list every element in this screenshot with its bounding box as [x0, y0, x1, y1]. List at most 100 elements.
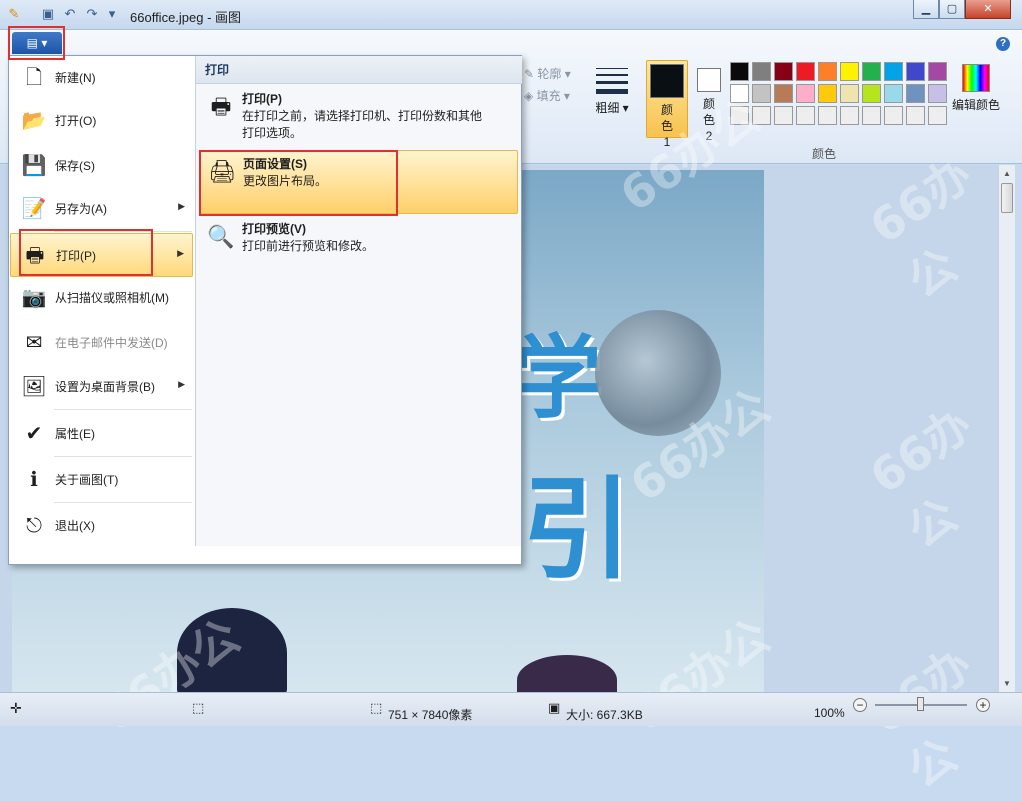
person-head-right	[517, 655, 617, 692]
palette-swatch[interactable]	[752, 62, 771, 81]
palette-swatch[interactable]	[840, 106, 859, 125]
palette-swatch[interactable]	[774, 62, 793, 81]
image-text-top: 学	[512, 329, 602, 429]
file-menu-item[interactable]: ⎋ 退出(X)	[10, 504, 193, 548]
file-menu-item[interactable]: ✉ 在电子邮件中发送(D)	[10, 321, 193, 365]
palette-swatch[interactable]	[928, 62, 947, 81]
palette-swatch[interactable]	[818, 106, 837, 125]
file-menu-item-label: 属性(E)	[55, 427, 95, 441]
file-menu-item[interactable]: 📝 另存为(A) ▶	[10, 187, 193, 231]
palette-swatch[interactable]	[752, 84, 771, 103]
print-submenu-header: 打印	[196, 56, 522, 84]
palette-swatch[interactable]	[906, 84, 925, 103]
palette-swatch[interactable]	[928, 84, 947, 103]
outline-dropdown[interactable]: ✎ 轮廓 ▾	[524, 65, 571, 82]
save-as-icon: 📝	[21, 198, 47, 220]
zoom-in-button[interactable]: +	[976, 698, 990, 712]
fill-dropdown[interactable]: ◈ 填充 ▾	[524, 87, 570, 104]
file-menu-item-label: 保存(S)	[55, 159, 95, 173]
close-button[interactable]: ✕	[965, 0, 1011, 19]
status-bar	[0, 692, 1022, 726]
file-menu-item[interactable]: 🗋 新建(N)	[10, 56, 193, 100]
print-preview-item[interactable]: 🔍 打印预览(V) 打印前进行预览和修改。	[200, 216, 518, 262]
print-submenu: 打印 🖶 打印(P) 在打印之前，请选择打印机、打印份数和其他打印选项。 🖨 页…	[195, 56, 522, 546]
palette-swatch[interactable]	[818, 84, 837, 103]
palette-swatch[interactable]	[730, 84, 749, 103]
file-menu-item[interactable]: 🖼 设置为桌面背景(B) ▶	[10, 365, 193, 409]
palette-swatch[interactable]	[862, 62, 881, 81]
quick-access-more-icon[interactable]: ▾	[104, 6, 120, 22]
palette-swatch[interactable]	[796, 84, 815, 103]
move-icon: ✛	[10, 700, 22, 716]
color1-label: 颜色 1	[660, 103, 673, 149]
palette-swatch[interactable]	[928, 106, 947, 125]
palette-swatch[interactable]	[906, 62, 925, 81]
minimize-button[interactable]: ▁	[913, 0, 939, 19]
selection-icon: ⬚	[192, 700, 205, 715]
maximize-button[interactable]: ▢	[939, 0, 965, 19]
title-bar: ✎ ▣ ↶ ↷ ▾ 66office.jpeg - 画图 ▁ ▢ ✕	[0, 0, 1022, 30]
palette-swatch[interactable]	[730, 106, 749, 125]
palette-swatch[interactable]	[884, 62, 903, 81]
file-menu-item-label: 退出(X)	[55, 519, 95, 533]
print-preview-item-description: 打印前进行预览和修改。	[242, 239, 375, 253]
color1-button[interactable]: 颜色 1	[646, 60, 688, 149]
image-text-bottom: 引	[522, 469, 632, 592]
palette-swatch[interactable]	[796, 106, 815, 125]
file-menu-item-label: 在电子邮件中发送(D)	[55, 336, 168, 350]
palette-swatch[interactable]	[796, 62, 815, 81]
palette-swatch[interactable]	[818, 62, 837, 81]
palette-swatch[interactable]	[884, 84, 903, 103]
person-head-left	[177, 608, 287, 692]
redo-icon[interactable]: ↷	[84, 6, 100, 22]
image-dimensions: 751 × 7840像素	[388, 708, 473, 722]
palette-swatch[interactable]	[840, 84, 859, 103]
file-menu-item-label: 关于画图(T)	[55, 473, 119, 487]
color2-button[interactable]: 颜色 2	[688, 60, 730, 143]
palette-swatch[interactable]	[730, 62, 749, 81]
palette-swatch[interactable]	[862, 84, 881, 103]
file-menu-item[interactable]: ✔ 属性(E)	[10, 412, 193, 456]
new-file-icon: 🗋	[25, 67, 43, 89]
scanner-icon: 📷	[21, 287, 47, 309]
print-item[interactable]: 🖶 打印(P) 在打印之前，请选择打印机、打印份数和其他打印选项。	[200, 86, 518, 146]
undo-icon[interactable]: ↶	[62, 6, 78, 22]
menu-separator	[54, 456, 192, 457]
virus-illustration	[595, 310, 721, 436]
file-menu-item[interactable]: ℹ 关于画图(T)	[10, 458, 193, 502]
palette-swatch[interactable]	[774, 106, 793, 125]
print-item-title: 打印(P)	[242, 92, 282, 106]
palette-swatch[interactable]	[774, 84, 793, 103]
scroll-down-icon[interactable]: ▼	[999, 675, 1015, 692]
palette-swatch[interactable]	[906, 106, 925, 125]
zoom-slider-thumb[interactable]	[917, 697, 924, 711]
zoom-level: 100%	[814, 706, 845, 720]
palette-swatch[interactable]	[840, 62, 859, 81]
checkmark-icon: ✔	[25, 423, 43, 445]
scroll-thumb[interactable]	[1001, 183, 1013, 213]
palette-swatch[interactable]	[752, 106, 771, 125]
submenu-arrow-icon: ▶	[178, 379, 185, 389]
save-icon[interactable]: ▣	[40, 6, 56, 22]
edit-colors-button[interactable]: 编辑颜色	[950, 62, 1002, 113]
palette-swatch[interactable]	[862, 106, 881, 125]
file-menu-item-label: 从扫描仪或照相机(M)	[55, 291, 169, 305]
paint-app-icon[interactable]: ✎	[6, 6, 22, 22]
palette-swatch[interactable]	[884, 106, 903, 125]
help-icon[interactable]: ?	[996, 37, 1010, 51]
file-menu-item[interactable]: 📷 从扫描仪或照相机(M)	[10, 276, 193, 320]
color1-swatch	[650, 64, 684, 98]
fill-label: 填充	[536, 89, 561, 103]
menu-separator	[54, 502, 192, 503]
open-folder-icon: 📂	[21, 110, 47, 132]
file-menu: 🗋 新建(N) 📂 打开(O) 💾 保存(S) 📝 另存为(A) ▶ 🖶 打印(P) ▶ 📷 从扫描仪或照…	[8, 55, 522, 565]
printer-icon: 🖶	[210, 94, 232, 119]
desktop-background-icon: 🖼	[21, 376, 47, 398]
vertical-scrollbar[interactable]: ▲ ▼	[998, 165, 1015, 692]
submenu-arrow-icon: ▶	[177, 248, 184, 258]
zoom-out-button[interactable]: −	[853, 698, 867, 712]
highlight-box-print	[19, 229, 153, 276]
scroll-up-icon[interactable]: ▲	[999, 165, 1015, 182]
file-menu-item[interactable]: 💾 保存(S)	[10, 144, 193, 188]
file-menu-item[interactable]: 📂 打开(O)	[10, 99, 193, 143]
